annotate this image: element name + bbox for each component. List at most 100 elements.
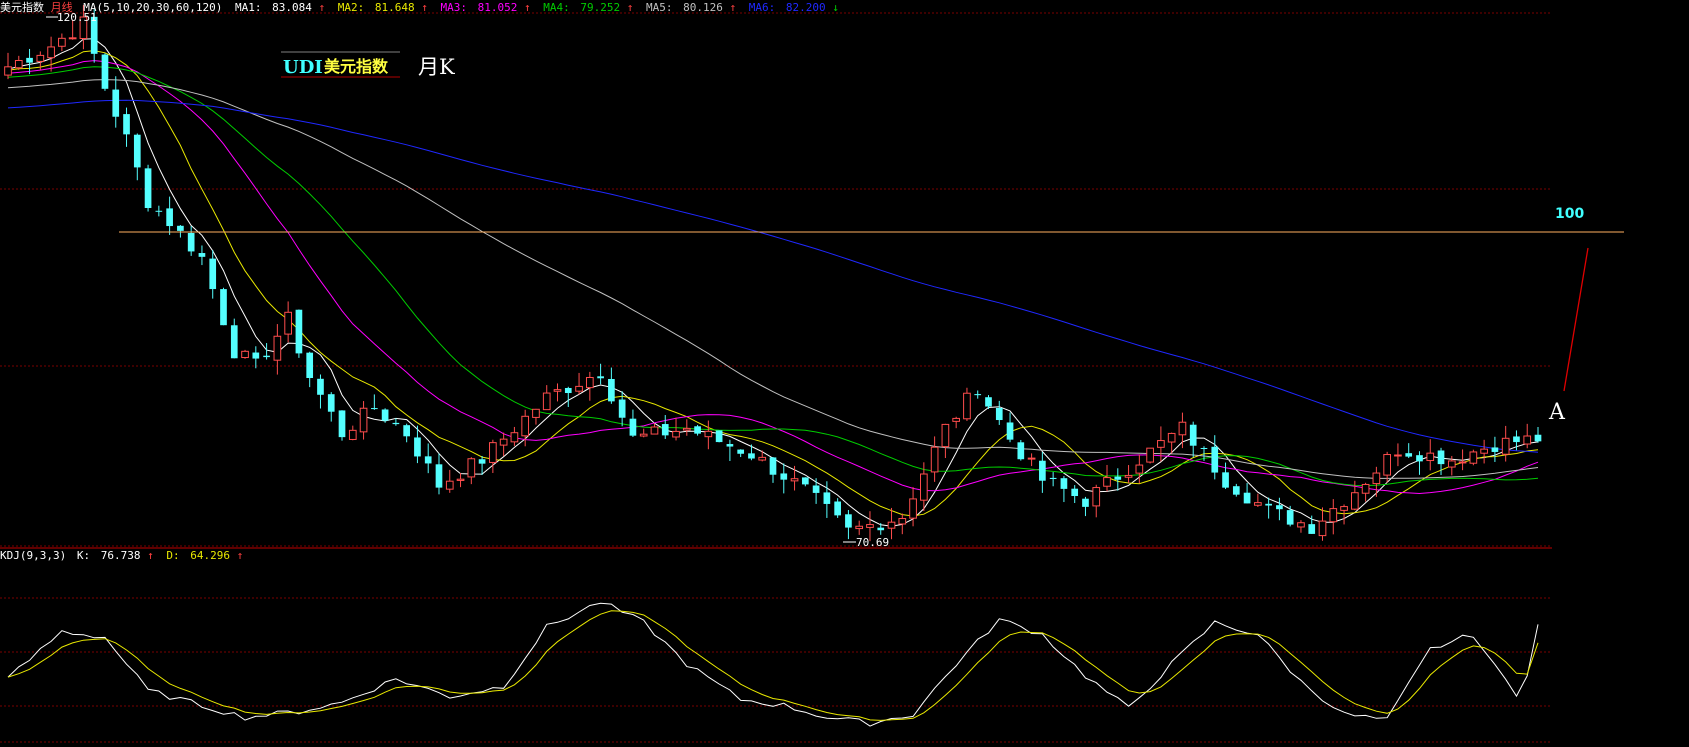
candle-body-up[interactable] bbox=[585, 376, 594, 389]
candle-body-up[interactable] bbox=[1361, 483, 1370, 494]
candle-body-up[interactable] bbox=[1135, 464, 1144, 474]
candle-body-down[interactable] bbox=[1416, 455, 1423, 462]
candle-body-up[interactable] bbox=[1340, 506, 1348, 511]
candle-body-down[interactable] bbox=[381, 409, 389, 421]
candle-body-down[interactable] bbox=[1049, 477, 1057, 480]
candle-body-up[interactable] bbox=[1103, 477, 1111, 487]
candle-body-up[interactable] bbox=[672, 430, 680, 438]
candle-body-down[interactable] bbox=[618, 399, 626, 418]
candle-body-down[interactable] bbox=[1437, 450, 1445, 465]
candle-body-up[interactable] bbox=[521, 415, 530, 437]
candle-body-up[interactable] bbox=[1469, 451, 1478, 464]
candle-body-down[interactable] bbox=[1060, 478, 1068, 489]
candle-body-down[interactable] bbox=[737, 449, 745, 454]
candle-body-down[interactable] bbox=[1308, 524, 1316, 534]
candle-body-up[interactable] bbox=[898, 518, 907, 525]
candle-body-up[interactable] bbox=[489, 442, 497, 463]
candle-body-down[interactable] bbox=[166, 208, 173, 227]
candle-body-down[interactable] bbox=[220, 289, 227, 326]
candle-body-down[interactable] bbox=[1534, 434, 1542, 442]
candle-body-up[interactable] bbox=[866, 524, 874, 528]
candle-body-up[interactable] bbox=[499, 438, 508, 446]
candle-body-down[interactable] bbox=[26, 57, 33, 63]
candle-body-up[interactable] bbox=[920, 473, 928, 501]
kline-chart[interactable]: 100 A 120.51 70.69 UDI 美元指数 月K 美元指数 月线 M… bbox=[0, 0, 1689, 747]
candle-body-up[interactable] bbox=[1178, 421, 1187, 436]
candle-body-down[interactable] bbox=[1189, 424, 1197, 446]
candle-body-down[interactable] bbox=[327, 394, 335, 412]
candle-body-up[interactable] bbox=[1318, 520, 1327, 537]
candle-body-down[interactable] bbox=[812, 485, 820, 493]
candle-body-down[interactable] bbox=[263, 355, 270, 358]
candle-body-down[interactable] bbox=[974, 394, 982, 396]
candle-body-up[interactable] bbox=[1426, 452, 1435, 462]
candle-body-down[interactable] bbox=[1513, 436, 1520, 443]
candle-body-down[interactable] bbox=[198, 253, 206, 257]
candle-body-up[interactable] bbox=[887, 521, 896, 529]
candle-body-down[interactable] bbox=[1006, 422, 1014, 440]
candle-body-up[interactable] bbox=[1372, 472, 1381, 485]
candle-body-down[interactable] bbox=[1222, 472, 1229, 488]
candle-body-down[interactable] bbox=[995, 407, 1003, 421]
candle-body-down[interactable] bbox=[478, 459, 486, 464]
candle-body-up[interactable] bbox=[241, 350, 249, 359]
candle-body-down[interactable] bbox=[1405, 453, 1413, 457]
candle-body-up[interactable] bbox=[4, 66, 12, 76]
candle-body-down[interactable] bbox=[985, 397, 992, 407]
candle-body-up[interactable] bbox=[941, 423, 950, 448]
candle-body-up[interactable] bbox=[1167, 432, 1176, 443]
candle-body-up[interactable] bbox=[58, 37, 66, 47]
candle-body-down[interactable] bbox=[187, 233, 195, 252]
candle-body-down[interactable] bbox=[1211, 446, 1219, 473]
candle-body-down[interactable] bbox=[629, 418, 637, 436]
candle-body-up[interactable] bbox=[1146, 447, 1154, 463]
candle-body-up[interactable] bbox=[532, 408, 540, 418]
candle-body-down[interactable] bbox=[715, 430, 723, 443]
candle-body-down[interactable] bbox=[317, 378, 324, 395]
candle-body-down[interactable] bbox=[1286, 510, 1294, 525]
candle-body-down[interactable] bbox=[209, 258, 217, 290]
candle-body-down[interactable] bbox=[823, 492, 831, 504]
candle-body-up[interactable] bbox=[963, 392, 971, 420]
candle-body-down[interactable] bbox=[845, 514, 852, 528]
candle-body-up[interactable] bbox=[456, 478, 465, 481]
candle-body-down[interactable] bbox=[133, 134, 141, 168]
candle-body-down[interactable] bbox=[597, 376, 604, 379]
candle-body-down[interactable] bbox=[338, 410, 346, 438]
candle-body-up[interactable] bbox=[445, 480, 454, 490]
candle-body-down[interactable] bbox=[177, 225, 184, 231]
candle-body-up[interactable] bbox=[68, 37, 77, 40]
candle-body-up[interactable] bbox=[1350, 492, 1359, 510]
candle-body-up[interactable] bbox=[542, 392, 551, 411]
candle-body-up[interactable] bbox=[1124, 474, 1133, 478]
candle-body-down[interactable] bbox=[661, 424, 669, 436]
candle-body-up[interactable] bbox=[682, 427, 691, 431]
candle-body-up[interactable] bbox=[1394, 454, 1402, 457]
candlesticks[interactable] bbox=[4, 5, 1542, 542]
candle-body-down[interactable] bbox=[608, 378, 615, 402]
candle-body-down[interactable] bbox=[801, 477, 809, 485]
candle-body-up[interactable] bbox=[273, 335, 282, 361]
candle-body-up[interactable] bbox=[790, 478, 799, 482]
candle-body-down[interactable] bbox=[564, 387, 572, 394]
candle-body-down[interactable] bbox=[1114, 476, 1122, 480]
candle-body-down[interactable] bbox=[123, 114, 130, 135]
candle-body-down[interactable] bbox=[155, 210, 163, 212]
candle-body-up[interactable] bbox=[1523, 435, 1532, 445]
candle-body-down[interactable] bbox=[295, 309, 303, 354]
candle-body-up[interactable] bbox=[855, 525, 864, 530]
candle-body-up[interactable] bbox=[284, 311, 292, 335]
candle-body-up[interactable] bbox=[650, 426, 659, 435]
candle-body-down[interactable] bbox=[769, 457, 777, 475]
candle-body-down[interactable] bbox=[1265, 503, 1272, 506]
candle-body-down[interactable] bbox=[726, 444, 734, 447]
candle-body-down[interactable] bbox=[403, 425, 411, 437]
candle-body-up[interactable] bbox=[930, 446, 939, 473]
candle-body-up[interactable] bbox=[1329, 508, 1338, 523]
candle-body-up[interactable] bbox=[510, 432, 519, 443]
candle-body-down[interactable] bbox=[306, 352, 314, 379]
candle-body-up[interactable] bbox=[36, 54, 45, 62]
candle-body-down[interactable] bbox=[780, 473, 788, 480]
candle-body-down[interactable] bbox=[1039, 460, 1046, 481]
candle-body-down[interactable] bbox=[877, 527, 885, 531]
